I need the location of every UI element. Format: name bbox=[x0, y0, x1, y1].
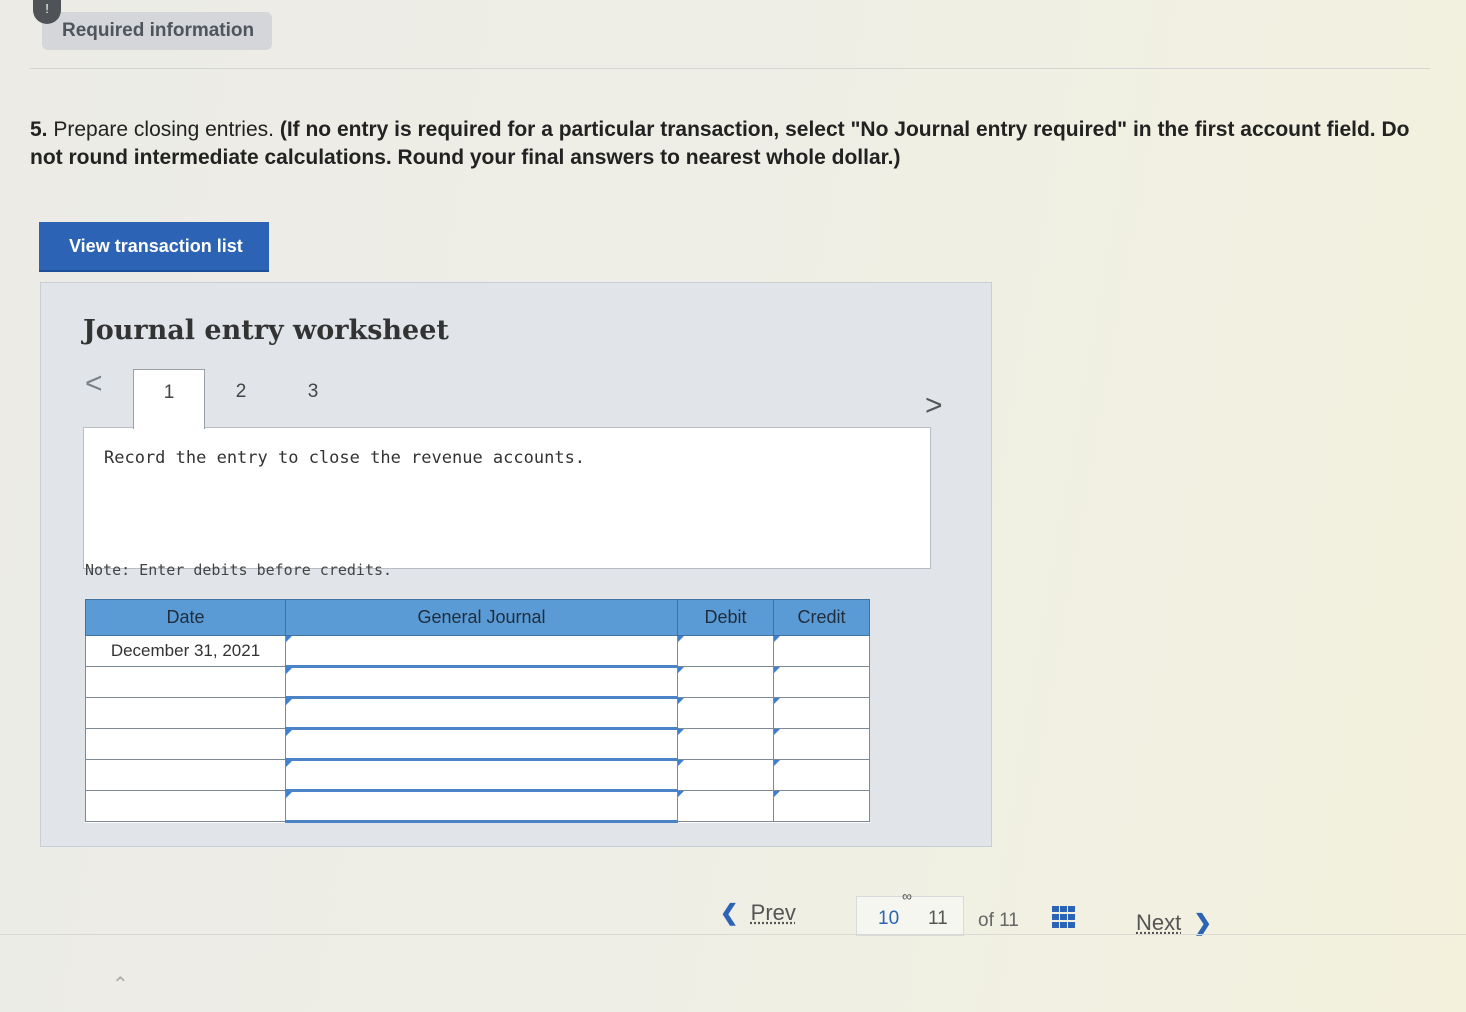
question-lead: Prepare closing entries. bbox=[53, 118, 274, 141]
account-select[interactable] bbox=[285, 697, 678, 730]
debit-column-header: Debit bbox=[677, 599, 774, 636]
date-cell bbox=[85, 666, 286, 698]
question-text: 5. Prepare closing entries. (If no entry… bbox=[30, 116, 1410, 172]
required-information-label: Required information bbox=[62, 20, 255, 41]
chevron-up-icon[interactable]: ⌃ bbox=[112, 972, 129, 997]
chevron-right-icon: ❯ bbox=[1193, 910, 1212, 935]
page-10-button[interactable]: 10 bbox=[878, 908, 899, 930]
credit-input[interactable] bbox=[773, 790, 870, 822]
divider bbox=[0, 934, 1466, 935]
tab-3[interactable]: 3 bbox=[277, 369, 349, 429]
table-row bbox=[85, 728, 870, 761]
debit-input[interactable] bbox=[677, 728, 774, 760]
account-select[interactable] bbox=[285, 728, 678, 761]
account-select[interactable] bbox=[285, 790, 678, 823]
question-number: 5. bbox=[30, 118, 48, 141]
account-select[interactable] bbox=[285, 666, 678, 699]
date-cell bbox=[85, 790, 286, 822]
account-select[interactable] bbox=[285, 635, 678, 668]
link-icon: ∞ bbox=[902, 888, 912, 904]
debit-input[interactable] bbox=[677, 790, 774, 822]
page-total: of 11 bbox=[978, 910, 1019, 931]
entry-instruction-box: Record the entry to close the revenue ac… bbox=[83, 427, 931, 569]
debits-credits-note: Note: Enter debits before credits. bbox=[85, 561, 393, 579]
credit-input[interactable] bbox=[773, 759, 870, 791]
worksheet-title: Journal entry worksheet bbox=[83, 315, 449, 346]
credit-input[interactable] bbox=[773, 635, 870, 667]
general-journal-table: Date General Journal Debit Credit Decemb… bbox=[85, 599, 870, 823]
date-cell bbox=[85, 697, 286, 729]
table-row bbox=[85, 759, 870, 792]
debit-input[interactable] bbox=[677, 697, 774, 729]
journal-entry-worksheet: Journal entry worksheet < 1 2 3 > Record… bbox=[40, 282, 992, 847]
next-button[interactable]: Next ❯ bbox=[1136, 910, 1212, 936]
date-column-header: Date bbox=[85, 599, 286, 636]
view-transaction-list-button[interactable]: View transaction list bbox=[39, 222, 269, 270]
chevron-left-icon: ❮ bbox=[720, 900, 739, 925]
pagination: ❮ Prev ∞ 10 11 of 11 Next ❯ bbox=[0, 888, 1466, 944]
debit-input[interactable] bbox=[677, 666, 774, 698]
account-select[interactable] bbox=[285, 759, 678, 792]
table-row: December 31, 2021 bbox=[85, 635, 870, 668]
date-cell: December 31, 2021 bbox=[85, 635, 286, 667]
debit-input[interactable] bbox=[677, 759, 774, 791]
table-row bbox=[85, 790, 870, 823]
required-information-tag[interactable]: Required information bbox=[42, 12, 272, 50]
general-journal-column-header: General Journal bbox=[285, 599, 678, 636]
grid-icon[interactable] bbox=[1052, 906, 1078, 930]
entry-instruction: Record the entry to close the revenue ac… bbox=[104, 448, 586, 468]
credit-input[interactable] bbox=[773, 697, 870, 729]
date-cell bbox=[85, 728, 286, 760]
tab-2[interactable]: 2 bbox=[205, 369, 277, 429]
debit-input[interactable] bbox=[677, 635, 774, 667]
table-row bbox=[85, 666, 870, 699]
table-row bbox=[85, 697, 870, 730]
credit-column-header: Credit bbox=[773, 599, 870, 636]
chevron-right-icon[interactable]: > bbox=[925, 389, 943, 423]
divider bbox=[30, 68, 1430, 69]
credit-input[interactable] bbox=[773, 666, 870, 698]
tab-1[interactable]: 1 bbox=[133, 369, 205, 429]
page-11-button[interactable]: 11 bbox=[928, 908, 948, 930]
chevron-left-icon[interactable]: < bbox=[85, 367, 103, 401]
credit-input[interactable] bbox=[773, 728, 870, 760]
date-cell bbox=[85, 759, 286, 791]
prev-button[interactable]: ❮ Prev bbox=[720, 900, 796, 926]
